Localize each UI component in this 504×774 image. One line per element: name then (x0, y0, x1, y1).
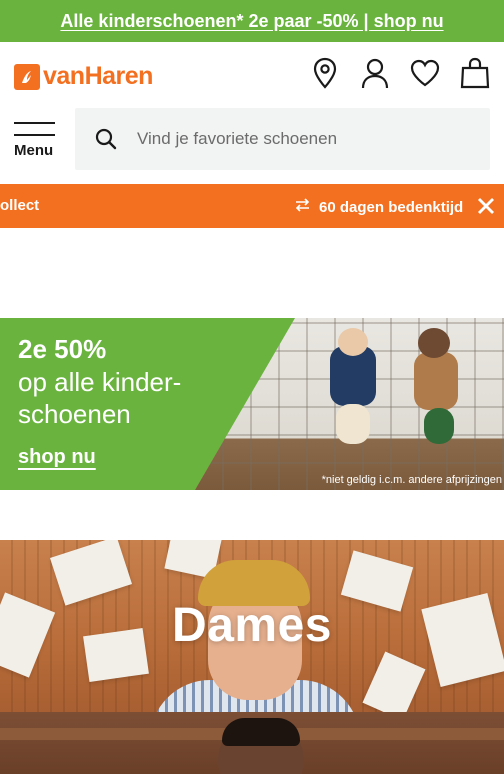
paper-sheet (49, 540, 133, 606)
usp-text-left: ollect (0, 197, 40, 214)
menu-button[interactable]: Menu (14, 122, 58, 162)
logo[interactable]: vanHaren (14, 62, 153, 91)
usp-item-return: 60 dagen bedenktijd (294, 197, 463, 217)
banner-disclaimer: *niet geldig i.c.m. andere afprijzingen (321, 474, 502, 486)
heart-icon[interactable] (410, 56, 440, 90)
category-tile-dames[interactable]: Dames (0, 540, 504, 712)
promo-bar: Alle kinderschoenen* 2e paar -50% | shop… (0, 0, 504, 42)
hamburger-icon (14, 122, 55, 124)
logo-mark-icon (14, 63, 40, 90)
usp-text-right: 60 dagen bedenktijd (319, 198, 464, 216)
search-input[interactable] (137, 129, 457, 149)
paper-sheet (362, 651, 426, 712)
close-icon[interactable] (476, 196, 496, 216)
category-label-dames: Dames (172, 599, 332, 652)
menu-label: Menu (14, 142, 54, 159)
banner-headline: 2e 50% (18, 334, 107, 364)
banner-shop-link[interactable]: shop nu (18, 446, 96, 469)
header: vanHaren (0, 42, 504, 108)
logo-text: vanHaren (43, 62, 153, 90)
location-pin-icon[interactable] (310, 56, 340, 90)
person-hair (222, 718, 300, 746)
header-icons (310, 56, 490, 90)
category-tile-next[interactable] (0, 712, 504, 774)
return-arrows-icon (294, 197, 311, 217)
search-bar[interactable] (75, 108, 490, 170)
promo-link[interactable]: Alle kinderschoenen* 2e paar -50% | shop… (60, 11, 443, 32)
kid-shorts (336, 404, 370, 444)
kid-figure (414, 352, 458, 410)
kid-shorts (424, 408, 454, 444)
kid-head (338, 328, 368, 356)
banner-subline: op alle kinder-schoenen (18, 367, 182, 429)
account-icon[interactable] (360, 56, 390, 90)
hamburger-line (14, 134, 55, 136)
shopping-bag-icon[interactable] (460, 56, 490, 90)
kid-head (418, 328, 450, 358)
search-icon[interactable] (95, 128, 117, 150)
usp-bar: ollect 60 dagen bedenktijd (0, 184, 504, 228)
promo-banner[interactable]: 2e 50% op alle kinder-schoenen shop nu *… (0, 318, 504, 490)
